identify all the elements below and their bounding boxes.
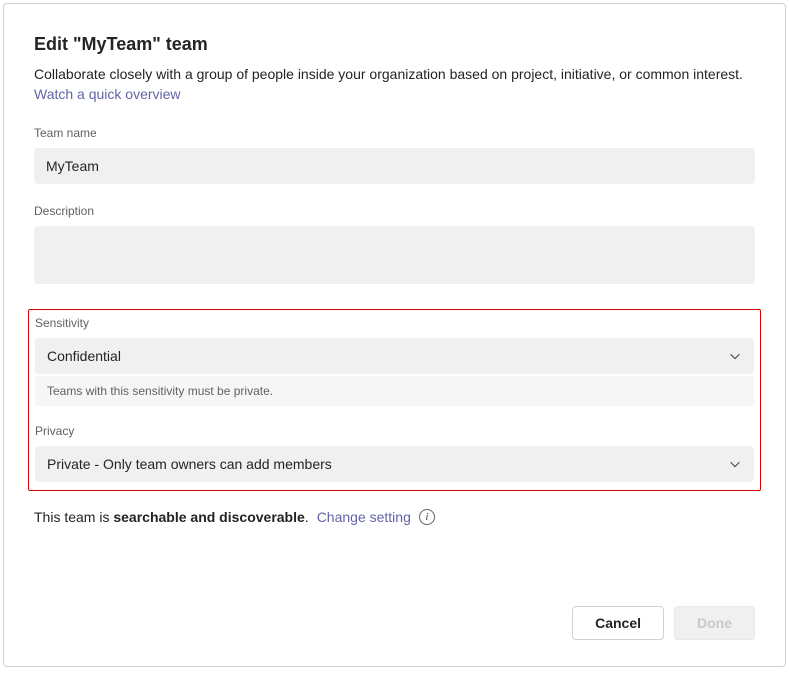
description-input[interactable] bbox=[34, 226, 755, 284]
discoverability-row: This team is searchable and discoverable… bbox=[34, 509, 755, 525]
team-name-label: Team name bbox=[34, 126, 755, 140]
discoverability-suffix: . bbox=[305, 509, 309, 525]
dialog-footer: Cancel Done bbox=[34, 606, 755, 640]
sensitivity-helper: Teams with this sensitivity must be priv… bbox=[35, 376, 754, 406]
change-setting-link[interactable]: Change setting bbox=[317, 509, 411, 525]
cancel-button[interactable]: Cancel bbox=[572, 606, 664, 640]
chevron-down-icon bbox=[728, 457, 742, 471]
discoverability-text: This team is searchable and discoverable… bbox=[34, 509, 309, 525]
done-button[interactable]: Done bbox=[674, 606, 755, 640]
highlighted-settings-box: Sensitivity Confidential Teams with this… bbox=[28, 309, 761, 491]
watch-overview-link[interactable]: Watch a quick overview bbox=[34, 86, 181, 102]
privacy-select[interactable]: Private - Only team owners can add membe… bbox=[35, 446, 754, 482]
description-label: Description bbox=[34, 204, 755, 218]
sensitivity-select[interactable]: Confidential bbox=[35, 338, 754, 374]
privacy-label: Privacy bbox=[35, 424, 754, 438]
sensitivity-value: Confidential bbox=[47, 348, 121, 364]
chevron-down-icon bbox=[728, 349, 742, 363]
dialog-subtitle: Collaborate closely with a group of peop… bbox=[34, 65, 755, 104]
discoverability-prefix: This team is bbox=[34, 509, 113, 525]
privacy-group: Privacy Private - Only team owners can a… bbox=[35, 424, 754, 482]
dialog-title: Edit "MyTeam" team bbox=[34, 34, 755, 55]
team-name-group: Team name bbox=[34, 126, 755, 184]
dialog-subtitle-text: Collaborate closely with a group of peop… bbox=[34, 66, 743, 82]
edit-team-dialog: Edit "MyTeam" team Collaborate closely w… bbox=[3, 3, 786, 667]
description-group: Description bbox=[34, 204, 755, 289]
sensitivity-group: Sensitivity Confidential Teams with this… bbox=[35, 316, 754, 406]
sensitivity-label: Sensitivity bbox=[35, 316, 754, 330]
discoverability-status: searchable and discoverable bbox=[113, 509, 304, 525]
privacy-value: Private - Only team owners can add membe… bbox=[47, 456, 332, 472]
team-name-input[interactable] bbox=[34, 148, 755, 184]
info-icon[interactable]: i bbox=[419, 509, 435, 525]
